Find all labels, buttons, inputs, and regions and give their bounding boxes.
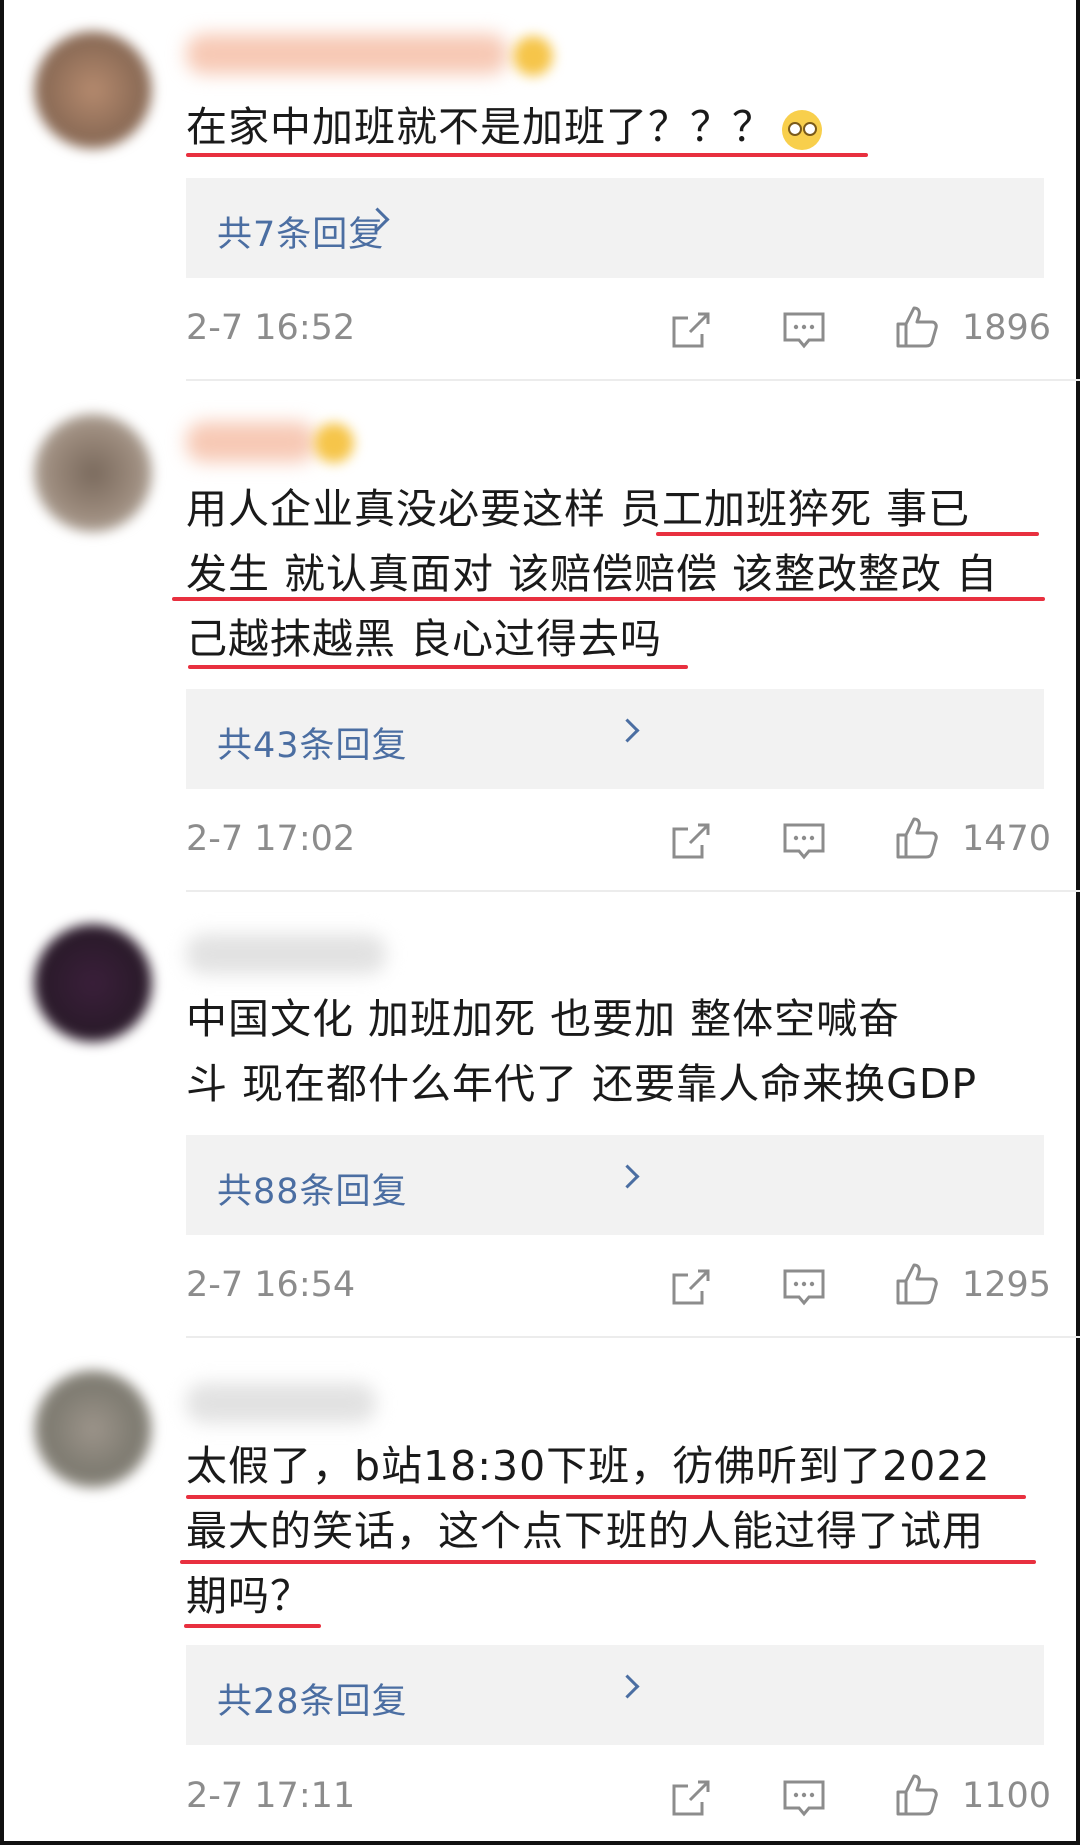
divider (186, 1336, 1080, 1338)
avatar[interactable] (34, 1370, 152, 1488)
username-blurred[interactable] (186, 34, 508, 74)
divider (186, 379, 1080, 381)
like-icon[interactable] (894, 304, 940, 350)
user-badge-icon (314, 423, 354, 463)
avatar[interactable] (34, 414, 152, 532)
share-icon[interactable] (668, 1776, 714, 1822)
highlight-underline (186, 1495, 1026, 1499)
comment-text: 用人企业真没必要这样 员工加班猝死 事已 发生 就认真面对 该赔偿赔偿 该整改整… (186, 477, 1056, 672)
highlight-underline (184, 1624, 321, 1628)
replies-button[interactable]: 共7条回复 (186, 178, 1044, 278)
username-blurred[interactable] (186, 422, 316, 462)
like-count: 1896 (962, 308, 1052, 348)
comment-icon[interactable] (781, 1776, 827, 1822)
highlight-underline (656, 532, 1039, 536)
replies-button[interactable]: 共88条回复 (186, 1135, 1044, 1235)
share-icon[interactable] (668, 819, 714, 865)
comment-text: 在家中加班就不是加班了？？？ (186, 95, 1056, 160)
chevron-right-icon (615, 718, 640, 743)
chevron-right-icon (615, 1674, 640, 1699)
comment-time: 2-7 16:52 (186, 308, 356, 348)
avatar[interactable] (34, 924, 152, 1042)
like-count: 1100 (962, 1776, 1052, 1816)
like-icon[interactable] (894, 1772, 940, 1818)
replies-button[interactable]: 共43条回复 (186, 689, 1044, 789)
comment-time: 2-7 16:54 (186, 1265, 356, 1305)
comment-line: 在家中加班就不是加班了？？？ (186, 95, 1056, 160)
avatar[interactable] (34, 31, 152, 149)
like-icon[interactable] (894, 815, 940, 861)
share-icon[interactable] (668, 308, 714, 354)
comment-time: 2-7 17:02 (186, 819, 356, 859)
comment-line: 太假了，b站18:30下班，彷佛听到了2022 (186, 1442, 991, 1490)
replies-label: 共7条回复 (217, 215, 385, 255)
eye-roll-emoji-icon (782, 110, 822, 150)
highlight-underline (186, 153, 868, 157)
comment-time: 2-7 17:11 (186, 1776, 356, 1816)
username-blurred[interactable] (186, 934, 386, 974)
divider (186, 890, 1080, 892)
replies-label: 共88条回复 (217, 1172, 408, 1212)
comment-line: 斗 现在都什么年代了 还要靠人命来换GDP (186, 1060, 978, 1108)
comment-line: 期吗？ (186, 1572, 312, 1620)
highlight-underline (188, 665, 688, 669)
replies-button[interactable]: 共28条回复 (186, 1645, 1044, 1745)
comment-icon[interactable] (781, 308, 827, 354)
comment-text: 太假了，b站18:30下班，彷佛听到了2022 最大的笑话，这个点下班的人能过得… (186, 1434, 1056, 1629)
like-icon[interactable] (894, 1261, 940, 1307)
highlight-underline (180, 1560, 1036, 1564)
comment-line: 己越抹越黑 良心过得去吗 (186, 615, 663, 663)
comment-icon[interactable] (781, 819, 827, 865)
like-count: 1470 (962, 819, 1052, 859)
replies-label: 共43条回复 (217, 726, 408, 766)
like-count: 1295 (962, 1265, 1052, 1305)
share-icon[interactable] (668, 1265, 714, 1311)
chevron-right-icon (615, 1164, 640, 1189)
user-badge-icon (513, 36, 553, 76)
comment-icon[interactable] (781, 1265, 827, 1311)
highlight-underline (172, 597, 1045, 601)
comment-line: 中国文化 加班加死 也要加 整体空喊奋 (186, 995, 901, 1043)
comment-text: 中国文化 加班加死 也要加 整体空喊奋 斗 现在都什么年代了 还要靠人命来换GD… (186, 987, 1056, 1117)
replies-label: 共28条回复 (217, 1682, 408, 1722)
username-blurred[interactable] (186, 1383, 376, 1423)
comment-line: 最大的笑话，这个点下班的人能过得了试用 (186, 1507, 984, 1555)
